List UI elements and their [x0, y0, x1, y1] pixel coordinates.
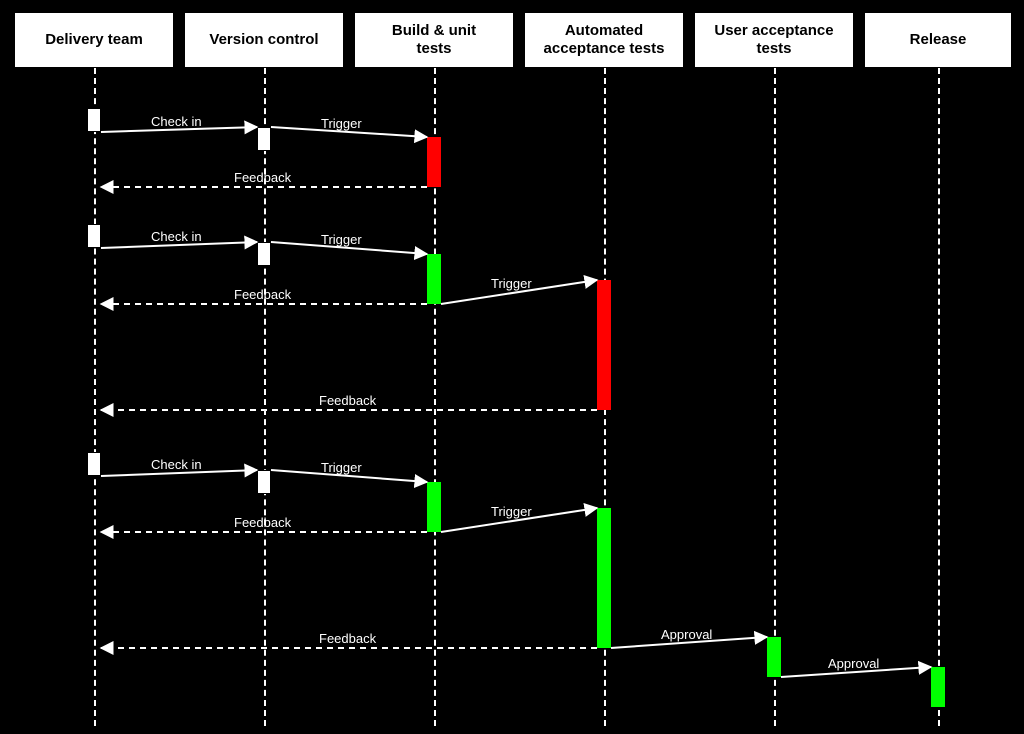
activation-r1 — [931, 667, 945, 707]
activation-u1 — [767, 637, 781, 677]
lane-header-delivery: Delivery team — [14, 12, 174, 68]
message-label-12: Approval — [661, 627, 712, 642]
message-label-5: Trigger — [491, 276, 532, 291]
lane-header-release: Release — [864, 12, 1012, 68]
activation-a1 — [597, 280, 611, 410]
activation-b2 — [427, 254, 441, 304]
message-label-8: Check in — [151, 457, 202, 472]
activation-v1 — [257, 127, 271, 151]
message-label-4: Trigger — [321, 232, 362, 247]
activation-v2 — [257, 242, 271, 266]
activation-b3 — [427, 482, 441, 532]
pipeline-diagram: Delivery team Version control Build & un… — [0, 0, 1024, 734]
activation-a2 — [597, 508, 611, 648]
lifeline-uat — [774, 68, 776, 726]
message-label-11: Feedback — [234, 515, 291, 530]
lane-header-user-acceptance: User acceptancetests — [694, 12, 854, 68]
message-label-0: Check in — [151, 114, 202, 129]
message-label-2: Feedback — [234, 170, 291, 185]
activation-d3 — [87, 452, 101, 476]
message-label-10: Trigger — [491, 504, 532, 519]
message-label-14: Approval — [828, 656, 879, 671]
activation-b1 — [427, 137, 441, 187]
lifeline-version — [264, 68, 266, 726]
activation-v3 — [257, 470, 271, 494]
activation-d1 — [87, 108, 101, 132]
activation-d2 — [87, 224, 101, 248]
message-label-3: Check in — [151, 229, 202, 244]
message-label-13: Feedback — [319, 631, 376, 646]
message-label-7: Feedback — [319, 393, 376, 408]
lifeline-release — [938, 68, 940, 726]
message-label-9: Trigger — [321, 460, 362, 475]
message-label-1: Trigger — [321, 116, 362, 131]
message-label-6: Feedback — [234, 287, 291, 302]
messages-overlay — [0, 0, 1024, 734]
lane-header-build: Build & unittests — [354, 12, 514, 68]
lifeline-delivery — [94, 68, 96, 726]
lane-header-version: Version control — [184, 12, 344, 68]
lane-header-automated-acceptance: Automatedacceptance tests — [524, 12, 684, 68]
